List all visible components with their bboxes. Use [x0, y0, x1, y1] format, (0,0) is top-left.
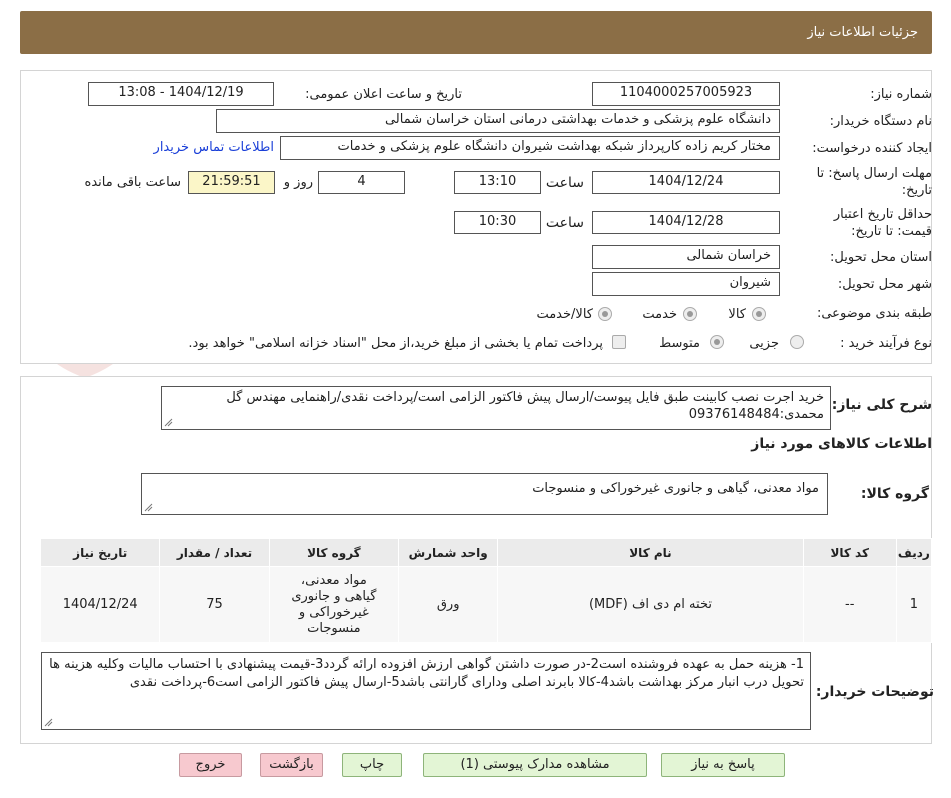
cell-group: مواد معدنی، گیاهی و جانوری غیرخوراکی و م… [268, 566, 400, 643]
announce-datetime-label: تاریخ و ساعت اعلان عمومی: [305, 87, 462, 102]
province-field: خراسان شمالی [592, 245, 780, 269]
process-radio-medium[interactable] [710, 335, 724, 349]
cell-unit: ورق [398, 566, 499, 643]
table-header-row: ردیف کد کالا نام کالا واحد شمارش گروه کا… [39, 538, 933, 567]
days-label: روز و [283, 175, 313, 190]
category-option-goods-service: کالا/خدمت [536, 307, 593, 322]
cell-name: تخته ام دی اف (MDF) [497, 566, 804, 643]
goods-table: ردیف کد کالا نام کالا واحد شمارش گروه کا… [39, 538, 933, 643]
resize-grip-icon[interactable] [144, 503, 153, 512]
view-attachments-button[interactable]: مشاهده مدارک پیوستی (1) [423, 753, 647, 777]
province-label: استان محل تحویل: [830, 250, 932, 265]
remaining-days-field: 4 [318, 171, 405, 194]
creator-field: مختار کریم زاده کارپرداز شبکه بهداشت شیر… [280, 136, 780, 160]
remaining-label: ساعت باقی مانده [84, 175, 181, 190]
category-radio-service[interactable] [683, 307, 697, 321]
col-header-name: نام کالا [497, 538, 804, 567]
buyer-notes-text: 1- هزینه حمل به عهده فروشنده است2-در صور… [49, 657, 804, 690]
need-number-field: 1104000257005923 [592, 82, 780, 106]
price-validity-label: حداقل تاریخ اعتبار [833, 207, 932, 222]
validity-time-label: ساعت [545, 215, 584, 231]
buyer-org-field: دانشگاه علوم پزشکی و خدمات بهداشتی درمان… [216, 109, 780, 133]
city-label: شهر محل تحویل: [837, 277, 932, 292]
treasury-checkbox[interactable] [612, 335, 626, 349]
resize-grip-icon[interactable] [44, 718, 53, 727]
reply-time-label: ساعت [545, 175, 584, 191]
city-field: شیروان [592, 272, 780, 296]
exit-button[interactable]: خروج [179, 753, 242, 777]
col-header-row-num: ردیف [895, 538, 933, 567]
summary-field: خرید اجرت نصب کابینت طبق فایل پیوست/ارسا… [161, 386, 831, 430]
page-title: جزئیات اطلاعات نیاز [807, 25, 918, 40]
col-header-group: گروه کالا [268, 538, 400, 567]
summary-text: خرید اجرت نصب کابینت طبق فایل پیوست/ارسا… [226, 390, 824, 422]
process-label: نوع فرآیند خرید : [840, 336, 932, 351]
page-header: جزئیات اطلاعات نیاز [20, 11, 932, 54]
col-header-qty: تعداد / مقدار [159, 538, 270, 567]
summary-label: شرح کلی نیاز: [831, 397, 932, 413]
need-number-label: شماره نیاز: [870, 87, 932, 102]
cell-qty: 75 [159, 566, 270, 643]
cell-date: 1404/12/24 [39, 566, 161, 643]
category-radio-goods-service[interactable] [598, 307, 612, 321]
remaining-time-field: 21:59:51 [188, 171, 275, 194]
goods-group-field: مواد معدنی، گیاهی و جانوری غیرخوراکی و م… [141, 473, 828, 515]
reply-deadline-label: مهلت ارسال پاسخ: تا [816, 166, 932, 181]
back-button[interactable]: بازگشت [260, 753, 323, 777]
col-header-code: کد کالا [802, 538, 897, 567]
buyer-notes-label: توضیحات خریدار: [815, 684, 934, 700]
buyer-notes-field: 1- هزینه حمل به عهده فروشنده است2-در صور… [41, 652, 811, 730]
reply-time-field: 13:10 [454, 171, 541, 194]
col-header-unit: واحد شمارش [398, 538, 499, 567]
reply-date-field: 1404/12/24 [592, 171, 780, 194]
table-row: 1 -- تخته ام دی اف (MDF) ورق مواد معدنی،… [39, 566, 933, 643]
price-validity-label-2: قیمت: تا تاریخ: [851, 224, 932, 239]
goods-group-text: مواد معدنی، گیاهی و جانوری غیرخوراکی و م… [532, 481, 819, 496]
treasury-note: پرداخت تمام یا بخشی از مبلغ خرید،از محل … [188, 336, 603, 351]
category-radio-goods[interactable] [752, 307, 766, 321]
category-label: طبقه بندی موضوعی: [816, 306, 932, 321]
buyer-contact-link[interactable]: اطلاعات تماس خریدار [154, 140, 274, 155]
reply-button[interactable]: پاسخ به نیاز [661, 753, 785, 777]
validity-date-field: 1404/12/28 [592, 211, 780, 234]
announce-datetime-field: 1404/12/19 - 13:08 [88, 82, 274, 106]
col-header-date: تاریخ نیاز [39, 538, 161, 567]
reply-deadline-label-2: تاریخ: [901, 183, 932, 198]
creator-label: ایجاد کننده درخواست: [812, 141, 932, 156]
cell-code: -- [802, 566, 897, 643]
process-radio-minor[interactable] [790, 335, 804, 349]
process-option-medium: متوسط [659, 336, 700, 351]
validity-time-field: 10:30 [454, 211, 541, 234]
goods-group-label: گروه کالا: [860, 486, 929, 502]
category-option-service: خدمت [642, 307, 677, 322]
process-option-minor: جزیی [749, 336, 779, 351]
goods-section-title: اطلاعات کالاهای مورد نیاز [751, 436, 932, 452]
buyer-org-label: نام دستگاه خریدار: [829, 114, 932, 129]
cell-row-num: 1 [895, 566, 933, 643]
category-option-goods: کالا [728, 307, 746, 322]
print-button[interactable]: چاپ [342, 753, 402, 777]
resize-grip-icon[interactable] [164, 418, 173, 427]
